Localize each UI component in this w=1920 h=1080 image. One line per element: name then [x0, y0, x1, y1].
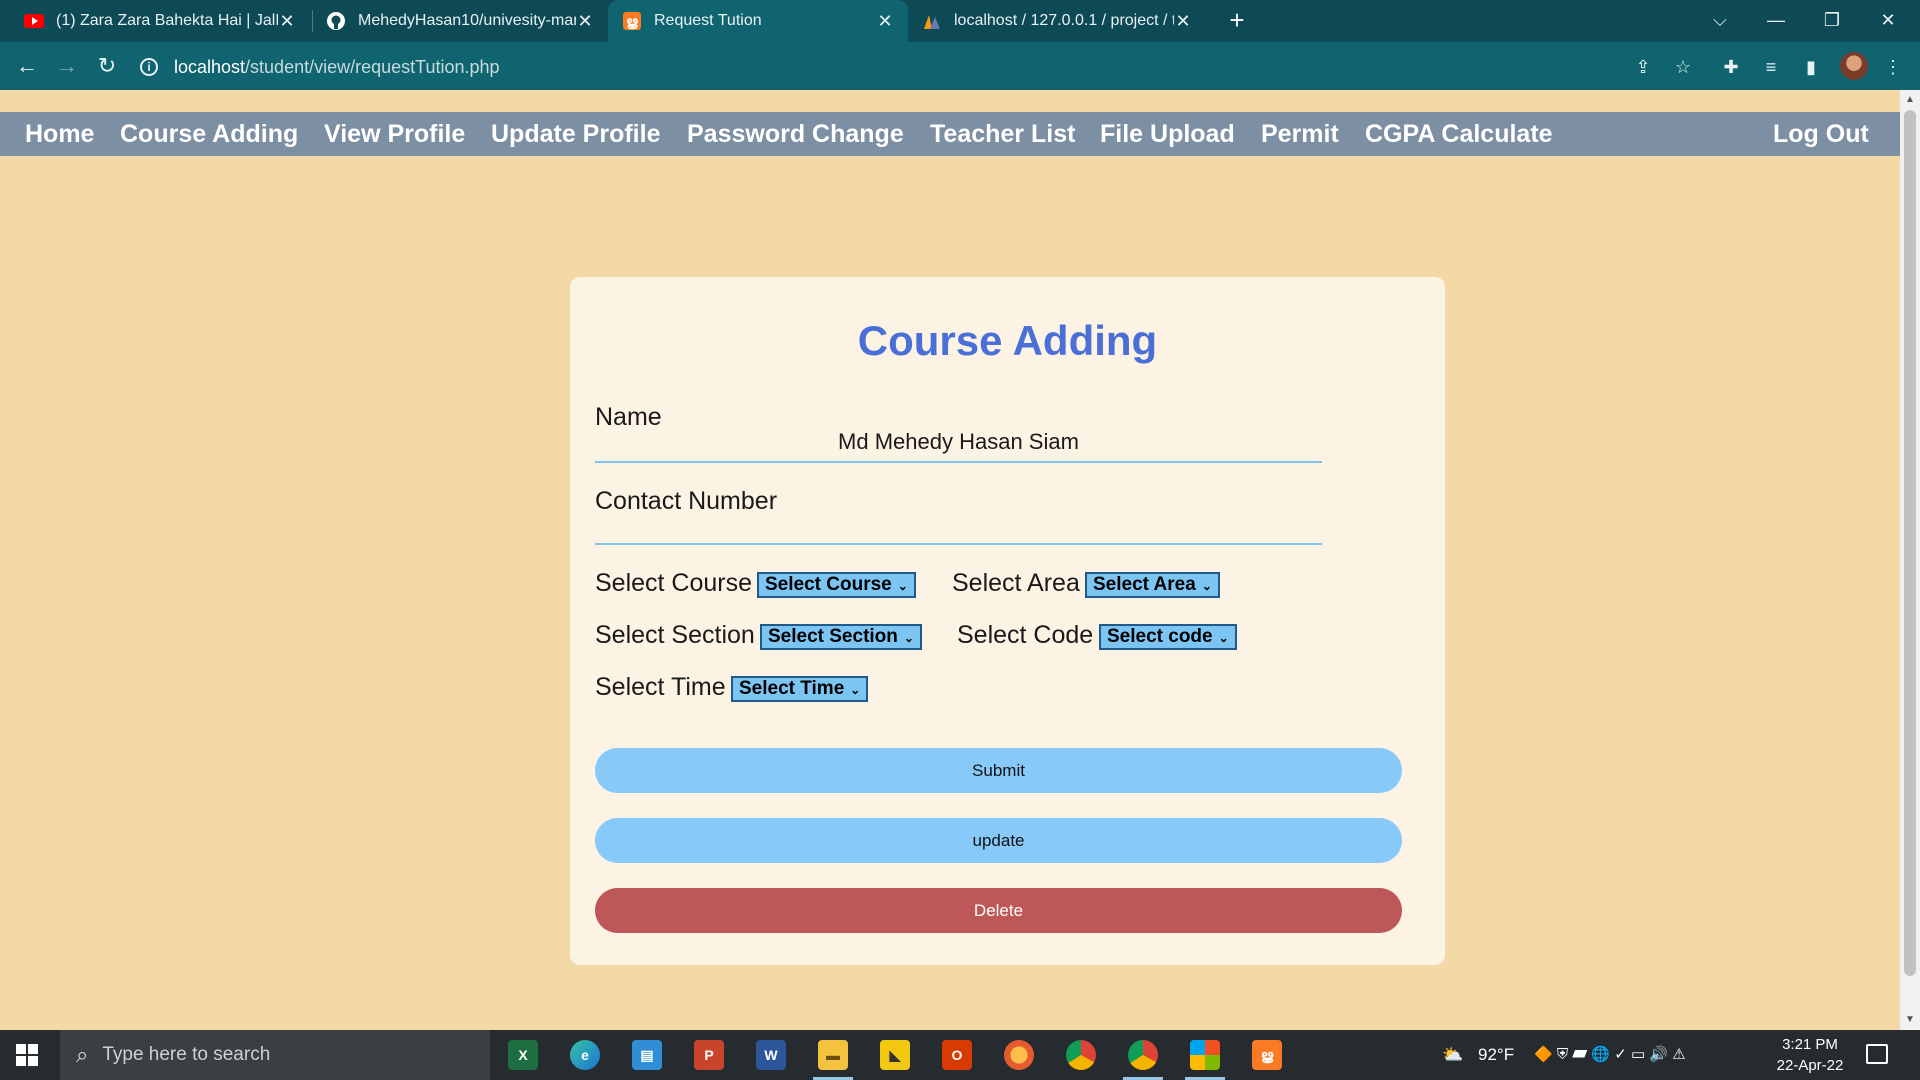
delete-button[interactable]: Delete — [595, 888, 1402, 933]
nav-course-adding[interactable]: Course Adding — [120, 112, 298, 156]
restore-button[interactable]: ❐ — [1804, 0, 1860, 42]
windows-start-icon[interactable] — [16, 1044, 38, 1066]
contact-number-field[interactable] — [595, 505, 1322, 545]
close-icon[interactable]: ✕ — [1174, 11, 1192, 32]
close-icon[interactable]: ✕ — [278, 11, 296, 32]
phpmyadmin-icon — [922, 11, 942, 31]
chevron-down-icon: ⌄ — [1201, 579, 1212, 593]
close-icon[interactable]: ✕ — [876, 11, 894, 32]
scroll-up-arrow-icon[interactable]: ▲ — [1902, 92, 1918, 108]
github-icon — [326, 11, 346, 31]
weather-icon[interactable]: ⛅ — [1442, 1030, 1463, 1080]
powerpoint-icon[interactable]: P — [694, 1040, 724, 1070]
reload-icon[interactable]: ↻ — [92, 52, 122, 82]
chevron-down-icon: ⌄ — [850, 683, 861, 697]
update-button[interactable]: update — [595, 818, 1402, 863]
share-icon[interactable]: ⇪ — [1630, 54, 1656, 80]
select-area-label: Select Area — [952, 569, 1080, 597]
chevron-down-icon: ⌄ — [903, 631, 914, 645]
chrome-icon[interactable] — [1066, 1040, 1096, 1070]
chevron-down-icon: ⌄ — [897, 579, 908, 593]
url-text: localhost/student/view/requestTution.php — [174, 56, 500, 77]
office-icon[interactable]: O — [942, 1040, 972, 1070]
tab-title: (1) Zara Zara Bahekta Hai | JalRaj — [56, 12, 278, 29]
scroll-down-arrow-icon[interactable]: ▼ — [1902, 1012, 1918, 1028]
edge-icon[interactable]: e — [570, 1040, 600, 1070]
select-course-label: Select Course — [595, 569, 753, 597]
nav-file-upload[interactable]: File Upload — [1100, 112, 1235, 156]
nav-update-profile[interactable]: Update Profile — [491, 112, 660, 156]
nav-password-change[interactable]: Password Change — [687, 112, 904, 156]
nav-log-out[interactable]: Log Out — [1773, 112, 1869, 156]
form-title: Course Adding — [857, 317, 1158, 364]
close-icon[interactable]: ✕ — [576, 11, 594, 32]
clock-date: 22-Apr-22 — [1776, 1057, 1844, 1074]
chevron-down-icon: ⌄ — [1218, 631, 1229, 645]
area-select[interactable]: Select Area ⌄ — [1085, 572, 1220, 598]
nav-home[interactable]: Home — [25, 112, 94, 156]
chrome-active-icon[interactable] — [1128, 1040, 1158, 1070]
tab-title: localhost / 127.0.0.1 / project / tu — [954, 12, 1174, 29]
word-icon[interactable]: W — [756, 1040, 786, 1070]
select-code-label: Select Code — [957, 621, 1094, 649]
nav-cgpa-calculate[interactable]: CGPA Calculate — [1365, 112, 1553, 156]
course-select[interactable]: Select Course ⌄ — [757, 572, 916, 598]
select-time-label: Select Time — [595, 673, 726, 701]
clock-time: 3:21 PM — [1782, 1036, 1838, 1053]
course-adding-form: Course Adding Name Contact Number Select… — [570, 277, 1445, 965]
taskbar-search-box[interactable]: ⌕ Type here to search — [60, 1030, 490, 1080]
excel-icon[interactable]: X — [508, 1040, 538, 1070]
section-select[interactable]: Select Section ⌄ — [760, 624, 922, 650]
close-window-button[interactable]: ✕ — [1860, 0, 1916, 42]
tab-github[interactable]: MehedyHasan10/univesity-mana ✕ — [312, 0, 608, 42]
nav-teacher-list[interactable]: Teacher List — [930, 112, 1075, 156]
address-bar[interactable]: i localhost/student/view/requestTution.p… — [140, 50, 1700, 84]
profile-avatar[interactable] — [1840, 52, 1868, 80]
main-navigation: Home Course Adding View Profile Update P… — [0, 112, 1900, 156]
code-select[interactable]: Select code ⌄ — [1099, 624, 1237, 650]
scrollbar-thumb[interactable] — [1904, 110, 1916, 976]
side-panel-icon[interactable]: ▮ — [1798, 54, 1824, 80]
xampp-taskbar-icon[interactable]: ൠ — [1252, 1040, 1282, 1070]
tab-title: Request Tution — [654, 12, 762, 29]
submit-button[interactable]: Submit — [595, 748, 1402, 793]
media-queue-icon[interactable]: ≡ — [1758, 54, 1784, 80]
nav-permit[interactable]: Permit — [1261, 112, 1339, 156]
youtube-icon — [24, 11, 44, 31]
minimize-button[interactable]: — — [1748, 0, 1804, 42]
taskbar-clock[interactable]: 3:21 PM 22-Apr-22 — [1770, 1034, 1850, 1076]
time-select[interactable]: Select Time ⌄ — [731, 676, 869, 702]
system-tray-icons[interactable]: 🔶 ⛨ ▰ 🌐 ✓ ▭ 🔊 ⚠ — [1534, 1030, 1686, 1080]
sticky-notes-icon[interactable]: ◣ — [880, 1040, 910, 1070]
tab-youtube[interactable]: (1) Zara Zara Bahekta Hai | JalRaj ✕ — [10, 0, 310, 42]
nav-view-profile[interactable]: View Profile — [324, 112, 465, 156]
tab-title: MehedyHasan10/univesity-mana — [358, 12, 576, 29]
xampp-icon: ൠ — [622, 11, 642, 31]
select-section-label: Select Section — [595, 621, 755, 649]
weather-temperature[interactable]: 92°F — [1478, 1030, 1514, 1080]
tab-request-tution[interactable]: ൠ Request Tution ✕ — [608, 0, 908, 42]
tab-phpmyadmin[interactable]: localhost / 127.0.0.1 / project / tu ✕ — [908, 0, 1206, 42]
search-placeholder: Type here to search — [102, 1044, 271, 1065]
back-arrow-icon[interactable]: ← — [12, 52, 42, 82]
menu-kebab-icon[interactable]: ⋮ — [1880, 54, 1906, 80]
file-explorer-icon[interactable]: ▬ — [818, 1040, 848, 1070]
new-tab-button[interactable]: + — [1222, 6, 1252, 36]
search-icon: ⌕ — [76, 1042, 89, 1067]
firefox-icon[interactable] — [1004, 1040, 1034, 1070]
extensions-puzzle-icon[interactable]: ✚ — [1718, 54, 1744, 80]
site-info-icon[interactable]: i — [140, 58, 158, 76]
news-app-icon[interactable]: ▤ — [632, 1040, 662, 1070]
store-app-icon[interactable] — [1190, 1040, 1220, 1070]
bookmark-star-icon[interactable]: ☆ — [1670, 54, 1696, 80]
notification-icon[interactable] — [1866, 1044, 1888, 1064]
forward-arrow-icon[interactable]: → — [52, 52, 82, 82]
tab-search-chevron-icon[interactable]: ⌵ — [1692, 0, 1748, 42]
svg-text:ൠ: ൠ — [626, 15, 638, 30]
name-field[interactable] — [595, 423, 1322, 463]
